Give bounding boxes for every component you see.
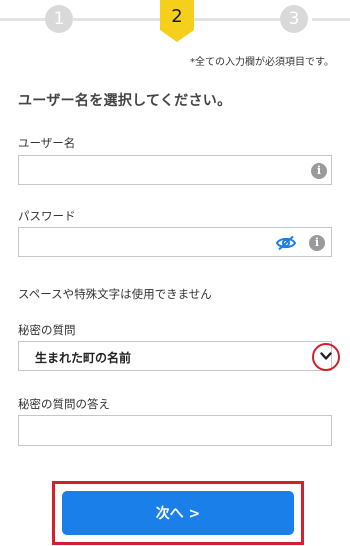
step-2-number: 2 — [171, 6, 183, 27]
info-icon[interactable]: i — [309, 235, 325, 251]
password-field[interactable]: i — [18, 227, 332, 257]
step-1: 1 — [45, 5, 73, 33]
required-note: *全ての入力欄が必須項目です。 — [190, 57, 334, 68]
secret-answer-field[interactable] — [18, 415, 332, 446]
step-connector — [72, 18, 162, 21]
step-connector — [0, 18, 50, 21]
step-connector — [312, 18, 350, 21]
username-label: ユーザー名 — [18, 136, 76, 150]
eye-slash-icon[interactable] — [275, 235, 297, 255]
secret-question-label: 秘密の質問 — [18, 323, 76, 337]
secret-answer-label: 秘密の質問の答え — [18, 397, 110, 411]
step-2-current: 2 — [160, 0, 194, 44]
page-title: ユーザー名を選択してください。 — [18, 93, 232, 109]
secret-question-select[interactable]: 生まれた町の名前 — [18, 341, 332, 371]
password-hint: スペースや特殊文字は使用できません — [18, 287, 212, 301]
chevron-down-icon[interactable] — [312, 343, 340, 371]
username-field[interactable]: i — [18, 155, 332, 185]
step-indicator: 1 2 3 — [0, 0, 350, 44]
info-icon[interactable]: i — [311, 163, 327, 179]
password-label: パスワード — [18, 209, 76, 223]
step-connector — [194, 18, 280, 21]
step-3: 3 — [280, 5, 308, 33]
secret-question-value: 生まれた町の名前 — [35, 351, 132, 365]
next-button[interactable]: 次へ > — [62, 491, 294, 535]
